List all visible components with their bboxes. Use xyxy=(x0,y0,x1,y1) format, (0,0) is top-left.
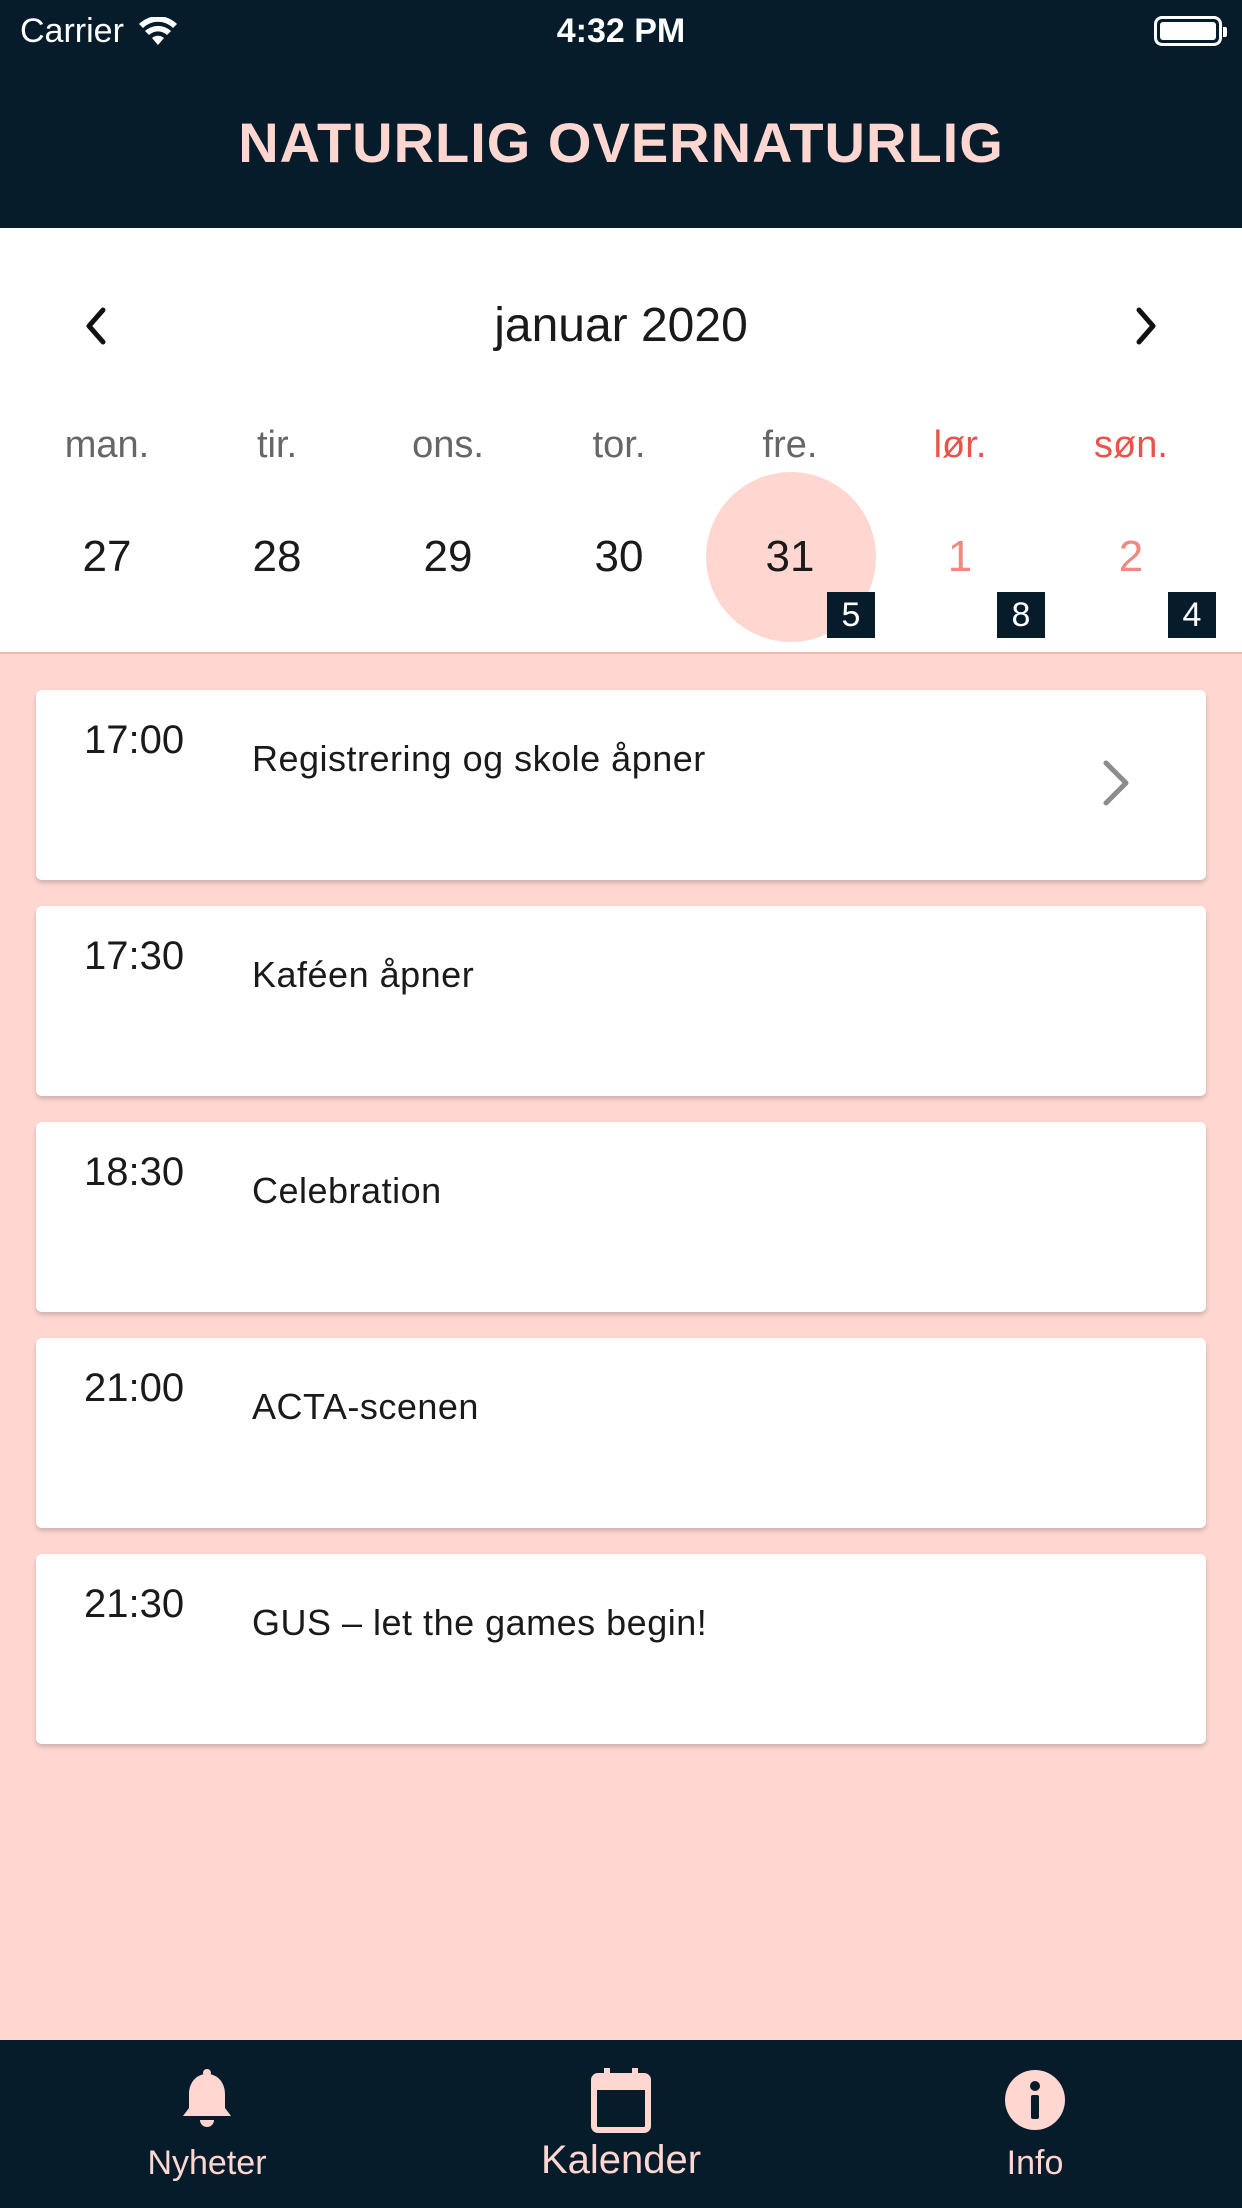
event-title: Kaféen åpner xyxy=(252,954,475,995)
tab-label: Kalender xyxy=(540,2138,702,2182)
event-time: 17:00 xyxy=(84,718,185,762)
day-number: 29 xyxy=(423,532,473,581)
event-card[interactable]: 18:30 Celebration xyxy=(36,1122,1206,1312)
event-time: 17:30 xyxy=(84,934,185,978)
status-time: 4:32 PM xyxy=(556,12,686,50)
event-card[interactable]: 17:00 Registrering og skole åpner xyxy=(36,690,1206,880)
status-bar: Carrier 4:32 PM xyxy=(0,0,1242,64)
event-time: 18:30 xyxy=(84,1150,185,1194)
bottom-tab-bar: Nyheter Kalender Info xyxy=(0,2040,1242,2208)
tab-info[interactable]: Info xyxy=(828,2040,1242,2208)
weekday-label: man. xyxy=(64,424,150,466)
event-count-badge: 5 xyxy=(827,592,875,638)
battery-icon xyxy=(1154,16,1227,46)
weekday-label: ons. xyxy=(412,424,484,466)
event-card[interactable]: 21:30 GUS – let the games begin! xyxy=(36,1554,1206,1744)
tab-nyheter[interactable]: Nyheter xyxy=(0,2040,414,2208)
event-count-badge: 8 xyxy=(997,592,1045,638)
bell-icon xyxy=(183,2069,231,2127)
event-card[interactable]: 17:30 Kaféen åpner xyxy=(36,906,1206,1096)
chevron-right-icon xyxy=(1136,307,1156,345)
event-time: 21:00 xyxy=(84,1366,185,1410)
tab-label: Info xyxy=(1006,2144,1064,2182)
tab-label: Nyheter xyxy=(147,2144,267,2182)
calendar-icon xyxy=(591,2068,651,2133)
weekday-label: lør. xyxy=(933,424,987,466)
calendar-day[interactable]: 28 xyxy=(192,472,362,642)
event-time: 21:30 xyxy=(84,1582,185,1626)
weekday-label: fre. xyxy=(762,424,818,466)
event-title: ACTA-scenen xyxy=(252,1386,479,1427)
weekday-label: tor. xyxy=(592,424,646,466)
app-header: Carrier 4:32 PM NATURLIG OVERNATURLIG xyxy=(0,0,1242,228)
day-number: 30 xyxy=(594,532,644,581)
next-month-button[interactable] xyxy=(1116,296,1176,356)
event-title: GUS – let the games begin! xyxy=(252,1602,708,1643)
calendar-day[interactable]: 1 8 xyxy=(875,472,1045,642)
day-number: 27 xyxy=(82,532,132,581)
calendar-day[interactable]: 29 xyxy=(363,472,533,642)
month-label: januar 2020 xyxy=(494,299,748,352)
chevron-right-icon xyxy=(1103,760,1129,806)
info-icon xyxy=(1005,2070,1065,2130)
weekday-label: tir. xyxy=(256,424,298,466)
calendar-day[interactable]: 2 4 xyxy=(1046,472,1216,642)
calendar-week-view: januar 2020 man. tir. ons. tor. fre. lør… xyxy=(0,228,1242,654)
weekday-label: søn. xyxy=(1094,424,1168,466)
calendar-day[interactable]: 30 xyxy=(534,472,704,642)
app-title: NATURLIG OVERNATURLIG xyxy=(238,111,1004,174)
calendar-day-selected[interactable]: 31 5 xyxy=(705,472,876,642)
day-number: 28 xyxy=(252,532,302,581)
event-list: 17:00 Registrering og skole åpner 17:30 … xyxy=(36,690,1206,1770)
event-card[interactable]: 21:00 ACTA-scenen xyxy=(36,1338,1206,1528)
event-title: Celebration xyxy=(252,1170,442,1211)
tab-kalender[interactable]: Kalender xyxy=(414,2040,828,2208)
event-title: Registrering og skole åpner xyxy=(252,738,706,779)
event-count-badge: 4 xyxy=(1168,592,1216,638)
calendar-day[interactable]: 27 xyxy=(22,472,192,642)
